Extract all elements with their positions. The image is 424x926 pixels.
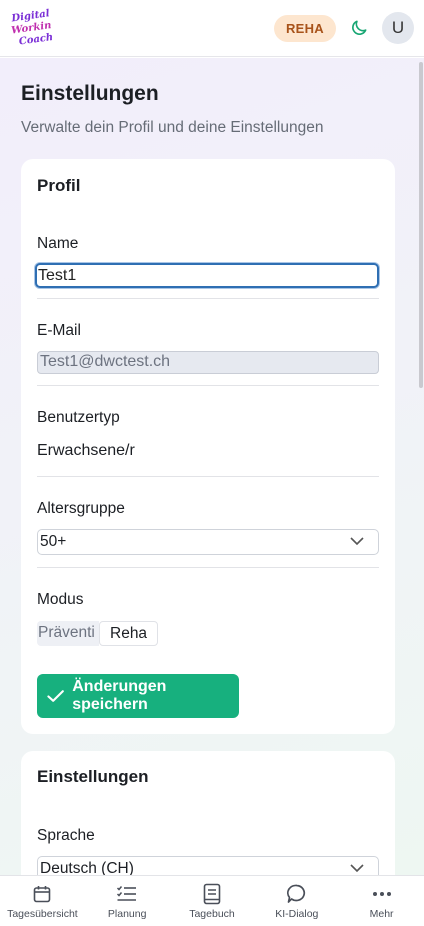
nav-label: KI-Dialog [275, 908, 319, 920]
nav-item-planung[interactable]: Planung [85, 876, 170, 926]
dark-mode-toggle[interactable] [348, 17, 370, 39]
nav-item-tagesuebersicht[interactable]: Tagesübersicht [0, 876, 85, 926]
book-icon [201, 883, 223, 905]
save-button-label: Änderungen speichern [72, 678, 167, 713]
profile-card: Profil Name E-Mail Test1@dwctest.ch Benu… [21, 159, 395, 734]
settings-card-title: Einstellungen [37, 767, 149, 786]
agegroup-value: 50+ [40, 533, 67, 550]
app-header: Digital Working Coach REHA U [0, 0, 424, 57]
check-icon [47, 690, 64, 702]
mode-option-prevention[interactable]: Präventi [37, 621, 99, 646]
mode-toggle-group: Präventi Reha [37, 621, 159, 646]
moon-icon [352, 20, 367, 35]
nav-label: Mehr [369, 908, 394, 920]
user-avatar[interactable]: U [382, 12, 414, 44]
nav-label: Planung [107, 908, 147, 920]
scrollbar[interactable] [419, 62, 423, 388]
nav-label: Tagesübersicht [7, 908, 78, 920]
settings-card: Einstellungen Sprache Deutsch (CH) [21, 751, 395, 875]
main-content: Einstellungen Verwalte dein Profil und d… [0, 58, 424, 875]
divider [37, 385, 379, 386]
mode-option-reha[interactable]: Reha [99, 621, 159, 646]
nav-item-tagebuch[interactable]: Tagebuch [170, 876, 255, 926]
divider [37, 298, 379, 299]
chevron-down-icon [350, 537, 364, 546]
usertype-label: Benutzertyp [37, 409, 120, 426]
profile-card-title: Profil [37, 176, 81, 195]
email-label: E-Mail [37, 322, 81, 339]
usertype-select[interactable]: Erwachsene/r [37, 439, 145, 465]
language-label: Sprache [37, 827, 95, 844]
email-field: Test1@dwctest.ch [37, 351, 379, 374]
mode-badge: REHA [273, 14, 336, 42]
chat-icon [286, 883, 308, 905]
name-input[interactable] [35, 263, 379, 288]
more-icon [371, 883, 393, 905]
divider [37, 476, 379, 477]
save-changes-button[interactable]: Änderungen speichern [37, 674, 239, 718]
divider [37, 567, 379, 568]
calendar-icon [31, 883, 53, 905]
app-logo[interactable]: Digital Working Coach [10, 7, 59, 49]
agegroup-label: Altersgruppe [37, 500, 125, 517]
mode-label: Modus [37, 591, 84, 608]
nav-label: Tagebuch [189, 908, 235, 920]
language-select[interactable]: Deutsch (CH) [37, 856, 379, 875]
agegroup-select[interactable]: 50+ [37, 529, 379, 555]
page-title: Einstellungen [21, 82, 159, 105]
language-value: Deutsch (CH) [40, 860, 134, 875]
bottom-nav: Tagesübersicht Planung Tagebuch KI-Dialo… [0, 875, 424, 926]
nav-item-ki-dialog[interactable]: KI-Dialog [254, 876, 339, 926]
chevron-down-icon [350, 864, 364, 873]
checklist-icon [116, 883, 138, 905]
page-subtitle: Verwalte dein Profil und deine Einstellu… [21, 119, 324, 136]
nav-item-mehr[interactable]: Mehr [339, 876, 424, 926]
name-label: Name [37, 235, 79, 252]
